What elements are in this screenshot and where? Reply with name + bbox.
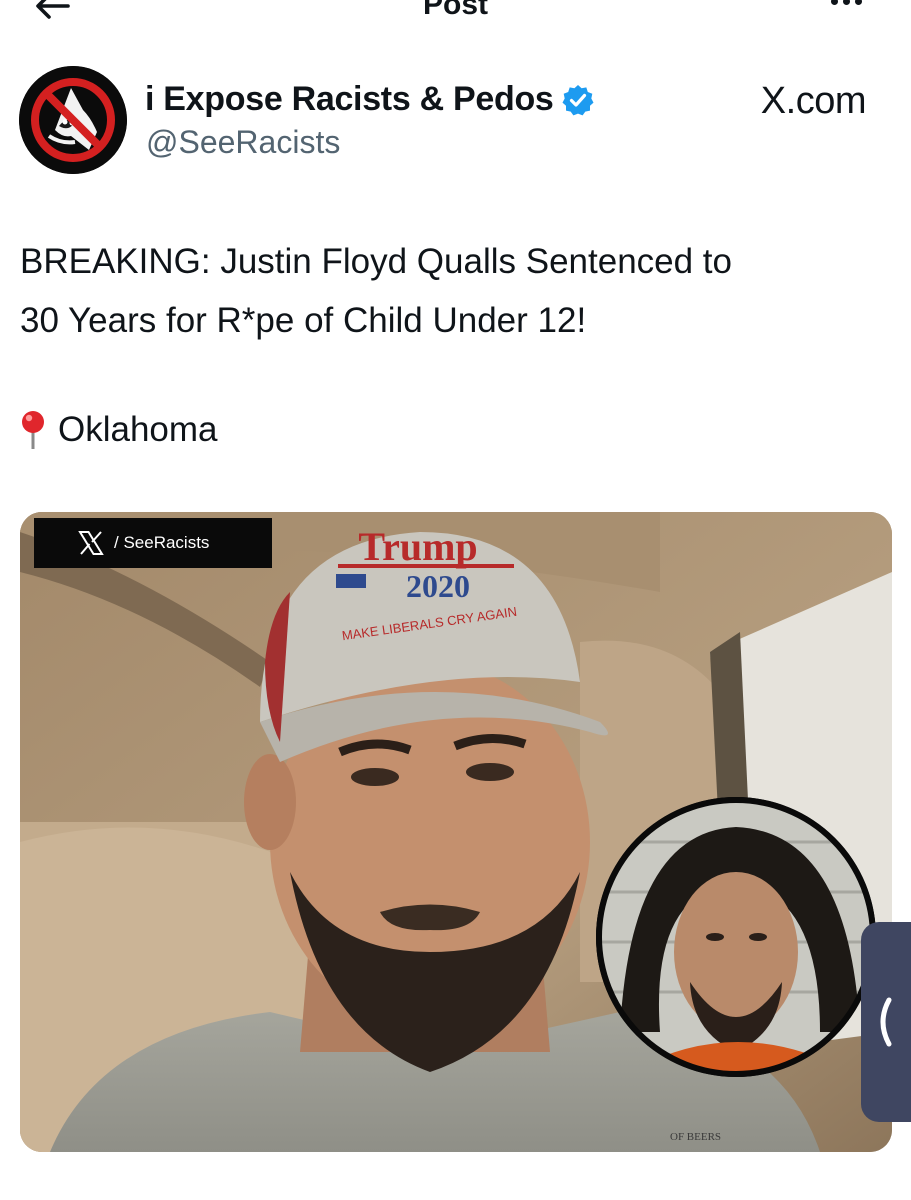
cap-text: Trump (358, 524, 477, 569)
post-text: BREAKING: Justin Floyd Qualls Sentenced … (20, 232, 890, 350)
more-horizontal-icon (830, 0, 838, 5)
watermark-text: / SeeRacists (114, 533, 210, 552)
display-name[interactable]: i Expose Racists & Pedos (145, 80, 554, 119)
post-text-line: 30 Years for R*pe of Child Under 12! (20, 301, 587, 340)
more-dot (854, 0, 862, 5)
top-bar: Post (0, 0, 911, 40)
side-panel-handle[interactable] (861, 922, 911, 1122)
no-kkk-logo-icon (19, 66, 127, 174)
display-name-row[interactable]: i Expose Racists & Pedos (145, 80, 594, 119)
cap-year: 2020 (406, 568, 470, 604)
location-label: Oklahoma (58, 410, 218, 449)
pin-icon (22, 411, 44, 449)
media-photo: Trump 2020 MAKE LIBERALS CRY AGAIN OF BE… (20, 512, 892, 1152)
more-button[interactable] (821, 0, 871, 16)
source-label: X.com (760, 80, 867, 122)
post-author: i Expose Racists & Pedos @SeeRacists X.c… (19, 66, 879, 176)
avatar[interactable] (19, 66, 127, 174)
image-watermark: / SeeRacists (34, 518, 272, 568)
more-dot (842, 0, 850, 5)
page-title: Post (422, 0, 488, 21)
user-handle[interactable]: @SeeRacists (146, 124, 340, 161)
x-logo-icon (78, 531, 104, 555)
chevron-left-icon (880, 997, 892, 1047)
post-media-image[interactable]: Trump 2020 MAKE LIBERALS CRY AGAIN OF BE… (20, 512, 892, 1152)
verified-badge-icon (562, 84, 594, 115)
post-location: Oklahoma (20, 410, 218, 450)
post-text-line: BREAKING: Justin Floyd Qualls Sentenced … (20, 242, 732, 281)
mug-board-text: OF BEERS (670, 1131, 721, 1143)
